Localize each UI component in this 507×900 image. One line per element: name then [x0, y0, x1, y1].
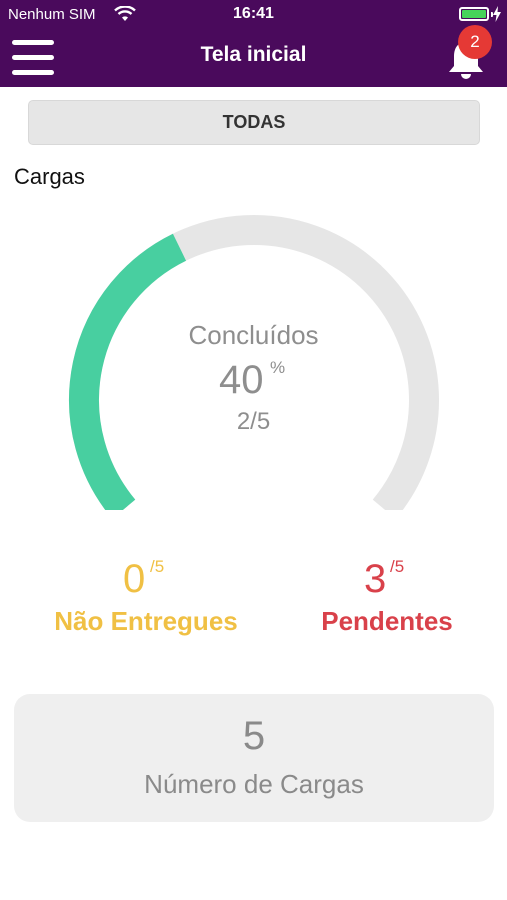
gauge-fraction: 2/5 [236, 408, 271, 435]
filter-all-button[interactable]: TODAS [28, 100, 480, 145]
pending-total: /5 [390, 557, 405, 576]
page-title: Tela inicial [200, 43, 307, 66]
hamburger-line [12, 70, 54, 75]
pending-count: 3 [364, 557, 387, 601]
pending-label: Pendentes [321, 606, 453, 636]
cargo-count-value: 5 [242, 714, 266, 758]
not-delivered-label: Não Entregues [54, 606, 238, 636]
app-header: Nenhum SIM 16:41 Tela inicial 2 [0, 0, 507, 87]
status-bar: Nenhum SIM 16:41 [0, 0, 507, 30]
cargo-count-label: Número de Cargas [144, 769, 364, 799]
not-delivered-count: 0 [123, 557, 146, 601]
gauge-percent-sign: % [270, 358, 286, 377]
not-delivered-total: /5 [150, 557, 165, 576]
gauge-percent: 40 [219, 358, 264, 402]
section-title: Cargas [14, 164, 85, 189]
charging-bolt-icon [493, 6, 501, 22]
gauge-progress [69, 233, 187, 510]
cargo-count-card: 5 Número de Cargas [14, 694, 494, 822]
status-time: 16:41 [233, 5, 274, 22]
notification-badge[interactable]: 2 [458, 25, 492, 59]
gauge-label: Concluídos [188, 320, 319, 350]
battery-icon [459, 7, 489, 21]
